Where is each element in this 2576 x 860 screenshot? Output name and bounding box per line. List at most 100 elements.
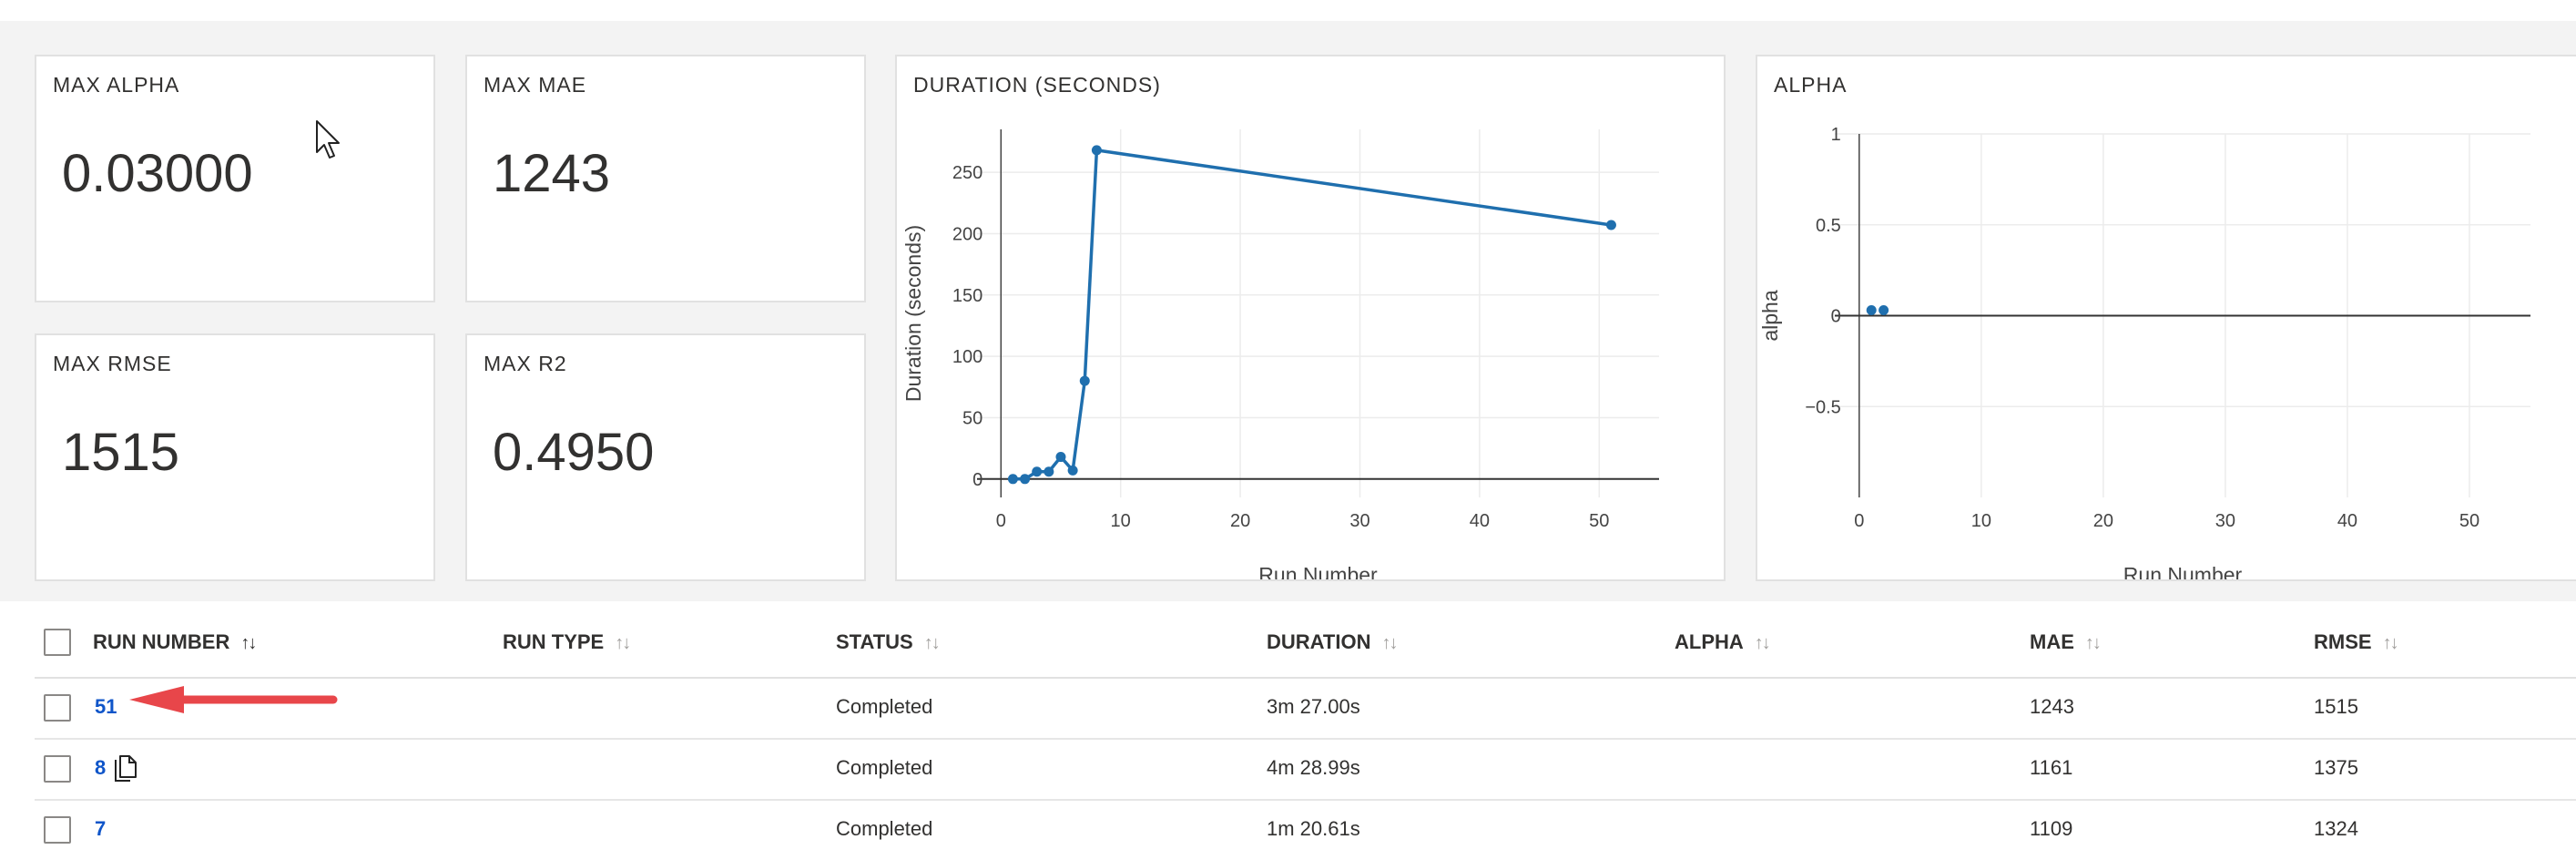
x-axis-title: Run Number xyxy=(2123,563,2243,579)
table-header: RUN NUMBER ↑↓ RUN TYPE ↑↓ STATUS ↑↓ DURATIO… xyxy=(35,609,2576,679)
x-tick-label: 40 xyxy=(1470,511,1490,531)
duration-chart[interactable]: 0 10 20 30 40 50 0 50 100 150 200 250 Run Number Dura… xyxy=(897,56,1724,579)
x-tick-label: 50 xyxy=(1589,511,1609,531)
y-axis-title: alpha xyxy=(1758,290,1782,341)
header-label: RUN NUMBER xyxy=(93,630,230,653)
y-tick-label: 0.5 xyxy=(1816,216,1841,236)
alpha-chart-card: ALPHA 0 10 20 30 40 50 1 0.5 0 −0.5 Run Number alph… xyxy=(1756,55,2576,581)
header-label: ALPHA xyxy=(1675,630,1744,653)
y-tick-label: 250 xyxy=(952,163,983,183)
mae-cell: 1243 xyxy=(2030,695,2074,718)
data-point xyxy=(1879,305,1889,316)
metric-title: MAX RMSE xyxy=(53,352,172,375)
rmse-cell: 1375 xyxy=(2314,756,2358,779)
row-checkbox[interactable] xyxy=(44,694,71,722)
status-cell: Completed xyxy=(836,695,933,718)
data-point xyxy=(1091,145,1102,156)
metric-value: 0.4950 xyxy=(493,423,655,482)
header-label: RUN TYPE xyxy=(503,630,605,653)
y-tick-label: 100 xyxy=(952,347,983,367)
data-point xyxy=(1866,305,1877,316)
sort-arrows-icon: ↑↓ xyxy=(615,633,631,653)
x-tick-label: 0 xyxy=(996,511,1006,531)
data-point xyxy=(1020,474,1031,485)
status-cell: Completed xyxy=(836,756,933,779)
sort-arrows-icon: ↑↓ xyxy=(923,633,941,653)
duration-cell: 1m 20.61s xyxy=(1267,817,1360,840)
metric-card-max-r2: MAX R2 0.4950 xyxy=(465,333,866,581)
mae-cell: 1161 xyxy=(2030,756,2073,779)
y-tick-label: 200 xyxy=(952,224,983,244)
sort-arrows-icon: ↑↓ xyxy=(2382,633,2399,653)
run-number-link[interactable]: 51 xyxy=(95,695,117,719)
series-line xyxy=(1013,148,1612,481)
x-tick-label: 30 xyxy=(1349,511,1369,531)
table-row[interactable]: 51 Completed 3m 27.00s 1243 1515 xyxy=(35,679,2576,740)
sort-arrows-icon: ↑↓ xyxy=(240,633,257,653)
header-run-number[interactable]: RUN NUMBER ↑↓ xyxy=(93,630,257,654)
metric-card-max-alpha: MAX ALPHA 0.03000 xyxy=(35,55,435,302)
x-tick-label: 30 xyxy=(2215,511,2235,531)
sort-arrows-icon: ↑↓ xyxy=(1754,633,1771,653)
header-duration[interactable]: DURATION ↑↓ xyxy=(1267,630,1398,654)
header-label: MAE xyxy=(2030,630,2074,653)
dashboard-panel: MAX ALPHA 0.03000 MAX MAE 1243 MAX RMSE … xyxy=(0,21,2576,601)
x-tick-label: 0 xyxy=(1854,511,1864,531)
x-tick-label: 10 xyxy=(1111,511,1131,531)
data-point xyxy=(1055,452,1066,463)
metric-value: 1243 xyxy=(493,144,611,203)
data-point xyxy=(1044,466,1054,477)
data-point xyxy=(1605,220,1616,230)
y-tick-label: 150 xyxy=(952,286,983,306)
table-row[interactable]: 8 Completed 4m 28.99s 1161 1375 xyxy=(35,740,2576,801)
run-number-link[interactable]: 7 xyxy=(95,817,106,841)
x-tick-label: 20 xyxy=(1230,511,1250,531)
duration-chart-card: DURATION (SECONDS) 0 10 20 30 40 50 0 50 100 150 2… xyxy=(895,55,1726,581)
x-tick-label: 40 xyxy=(2337,511,2357,531)
table-row[interactable]: 7 Completed 1m 20.61s 1109 1324 xyxy=(35,801,2576,860)
data-point xyxy=(1079,375,1090,386)
y-tick-label: 0 xyxy=(1831,307,1841,327)
rmse-cell: 1324 xyxy=(2314,817,2358,840)
alpha-chart[interactable]: 0 10 20 30 40 50 1 0.5 0 −0.5 Run Number alpha xyxy=(1757,56,2576,579)
header-label: STATUS xyxy=(836,630,913,653)
copy-icon[interactable] xyxy=(113,754,138,783)
y-tick-label: 1 xyxy=(1831,125,1841,145)
header-label: DURATION xyxy=(1267,630,1371,653)
metric-title: MAX MAE xyxy=(484,73,587,97)
header-mae[interactable]: MAE ↑↓ xyxy=(2030,630,2102,654)
x-tick-label: 10 xyxy=(1971,511,1991,531)
y-tick-label: −0.5 xyxy=(1805,397,1840,417)
header-run-type[interactable]: RUN TYPE ↑↓ xyxy=(503,630,631,654)
rmse-cell: 1515 xyxy=(2314,695,2358,718)
header-status[interactable]: STATUS ↑↓ xyxy=(836,630,941,654)
metric-title: MAX R2 xyxy=(484,352,567,375)
metric-value: 0.03000 xyxy=(62,144,253,203)
header-rmse[interactable]: RMSE ↑↓ xyxy=(2314,630,2399,654)
sort-arrows-icon: ↑↓ xyxy=(2084,633,2102,653)
row-checkbox[interactable] xyxy=(44,755,71,783)
mouse-pointer-icon xyxy=(316,120,340,159)
metric-card-max-rmse: MAX RMSE 1515 xyxy=(35,333,435,581)
mae-cell: 1109 xyxy=(2030,817,2073,840)
data-point xyxy=(1007,474,1018,485)
select-all-checkbox[interactable] xyxy=(44,629,71,656)
metric-card-max-mae: MAX MAE 1243 xyxy=(465,55,866,302)
metric-title: MAX ALPHA xyxy=(53,73,180,97)
row-checkbox[interactable] xyxy=(44,816,71,844)
x-tick-label: 20 xyxy=(2093,511,2113,531)
run-number-link[interactable]: 8 xyxy=(95,756,106,780)
y-axis-title: Duration (seconds) xyxy=(901,225,925,402)
header-label: RMSE xyxy=(2314,630,2372,653)
y-tick-label: 50 xyxy=(962,408,983,428)
duration-cell: 3m 27.00s xyxy=(1267,695,1360,718)
status-cell: Completed xyxy=(836,817,933,840)
header-alpha[interactable]: ALPHA ↑↓ xyxy=(1675,630,1771,654)
x-tick-label: 50 xyxy=(2459,511,2479,531)
red-arrow xyxy=(129,686,338,713)
sort-arrows-icon: ↑↓ xyxy=(1381,633,1398,653)
x-axis-title: Run Number xyxy=(1258,563,1378,579)
duration-cell: 4m 28.99s xyxy=(1267,756,1360,779)
metric-value: 1515 xyxy=(62,423,180,482)
data-point xyxy=(1067,465,1078,476)
